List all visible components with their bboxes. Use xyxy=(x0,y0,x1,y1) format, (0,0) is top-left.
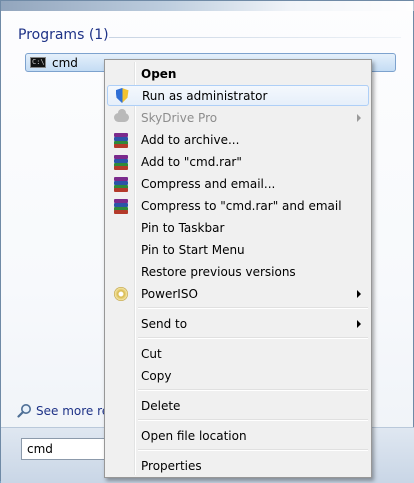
submenu-arrow-icon xyxy=(357,114,361,122)
menu-item-open[interactable]: Open xyxy=(107,63,369,84)
search-result-label: cmd xyxy=(52,55,78,70)
menu-item-send-to[interactable]: Send to xyxy=(107,313,369,334)
winrar-icon xyxy=(113,176,129,192)
menu-item-restore-previous-versions[interactable]: Restore previous versions xyxy=(107,261,369,282)
winrar-icon xyxy=(113,154,129,170)
winrar-icon xyxy=(113,132,129,148)
menu-item-properties[interactable]: Properties xyxy=(107,455,369,476)
command-prompt-icon: C:\ xyxy=(30,57,46,68)
programs-section-header: Programs (1) xyxy=(18,27,109,43)
menu-item-label: Properties xyxy=(141,458,202,473)
submenu-arrow-icon xyxy=(357,290,361,298)
menu-item-label: Restore previous versions xyxy=(141,264,296,279)
context-menu: Open Run as administrator SkyDrive Pro A… xyxy=(104,59,372,478)
menu-item-label: PowerISO xyxy=(141,286,198,301)
menu-item-compress-to-cmd-rar-and-email[interactable]: Compress to "cmd.rar" and email xyxy=(107,195,369,216)
menu-item-delete[interactable]: Delete xyxy=(107,395,369,416)
menu-item-label: Open file location xyxy=(141,428,247,443)
menu-separator xyxy=(138,307,368,309)
menu-item-label: Add to "cmd.rar" xyxy=(141,154,242,169)
magnifier-icon xyxy=(17,404,31,418)
menu-item-label: Pin to Start Menu xyxy=(141,242,245,257)
menu-item-pin-to-taskbar[interactable]: Pin to Taskbar xyxy=(107,217,369,238)
menu-separator xyxy=(138,419,368,421)
menu-item-poweriso[interactable]: PowerISO xyxy=(107,283,369,304)
menu-item-cut[interactable]: Cut xyxy=(107,343,369,364)
menu-item-label: Compress and email... xyxy=(141,176,276,191)
menu-separator xyxy=(138,337,368,339)
menu-item-pin-to-start-menu[interactable]: Pin to Start Menu xyxy=(107,239,369,260)
menu-item-label: SkyDrive Pro xyxy=(141,110,218,125)
menu-item-label: Compress to "cmd.rar" and email xyxy=(141,198,342,213)
menu-separator xyxy=(138,389,368,391)
cloud-icon xyxy=(113,109,129,122)
search-input-value: cmd xyxy=(27,442,53,456)
section-divider xyxy=(109,37,401,38)
menu-item-run-as-administrator[interactable]: Run as administrator xyxy=(107,85,369,106)
uac-shield-icon xyxy=(115,88,129,103)
winrar-icon xyxy=(113,198,129,214)
menu-item-compress-and-email[interactable]: Compress and email... xyxy=(107,173,369,194)
menu-item-open-file-location[interactable]: Open file location xyxy=(107,425,369,446)
menu-item-label: Copy xyxy=(141,368,172,383)
menu-item-copy[interactable]: Copy xyxy=(107,365,369,386)
taskbar-strip xyxy=(1,1,414,11)
disc-icon xyxy=(114,286,128,301)
menu-item-label: Send to xyxy=(141,316,188,331)
menu-item-label: Open xyxy=(141,66,177,81)
menu-item-skydrive-pro[interactable]: SkyDrive Pro xyxy=(107,107,369,128)
menu-item-label: Cut xyxy=(141,346,162,361)
submenu-arrow-icon xyxy=(357,320,361,328)
menu-item-add-to-archive[interactable]: Add to archive... xyxy=(107,129,369,150)
menu-item-label: Run as administrator xyxy=(142,88,268,103)
menu-item-label: Pin to Taskbar xyxy=(141,220,225,235)
menu-item-add-to-cmd-rar[interactable]: Add to "cmd.rar" xyxy=(107,151,369,172)
menu-item-label: Add to archive... xyxy=(141,132,240,147)
menu-item-label: Delete xyxy=(141,398,181,413)
menu-separator xyxy=(138,449,368,451)
